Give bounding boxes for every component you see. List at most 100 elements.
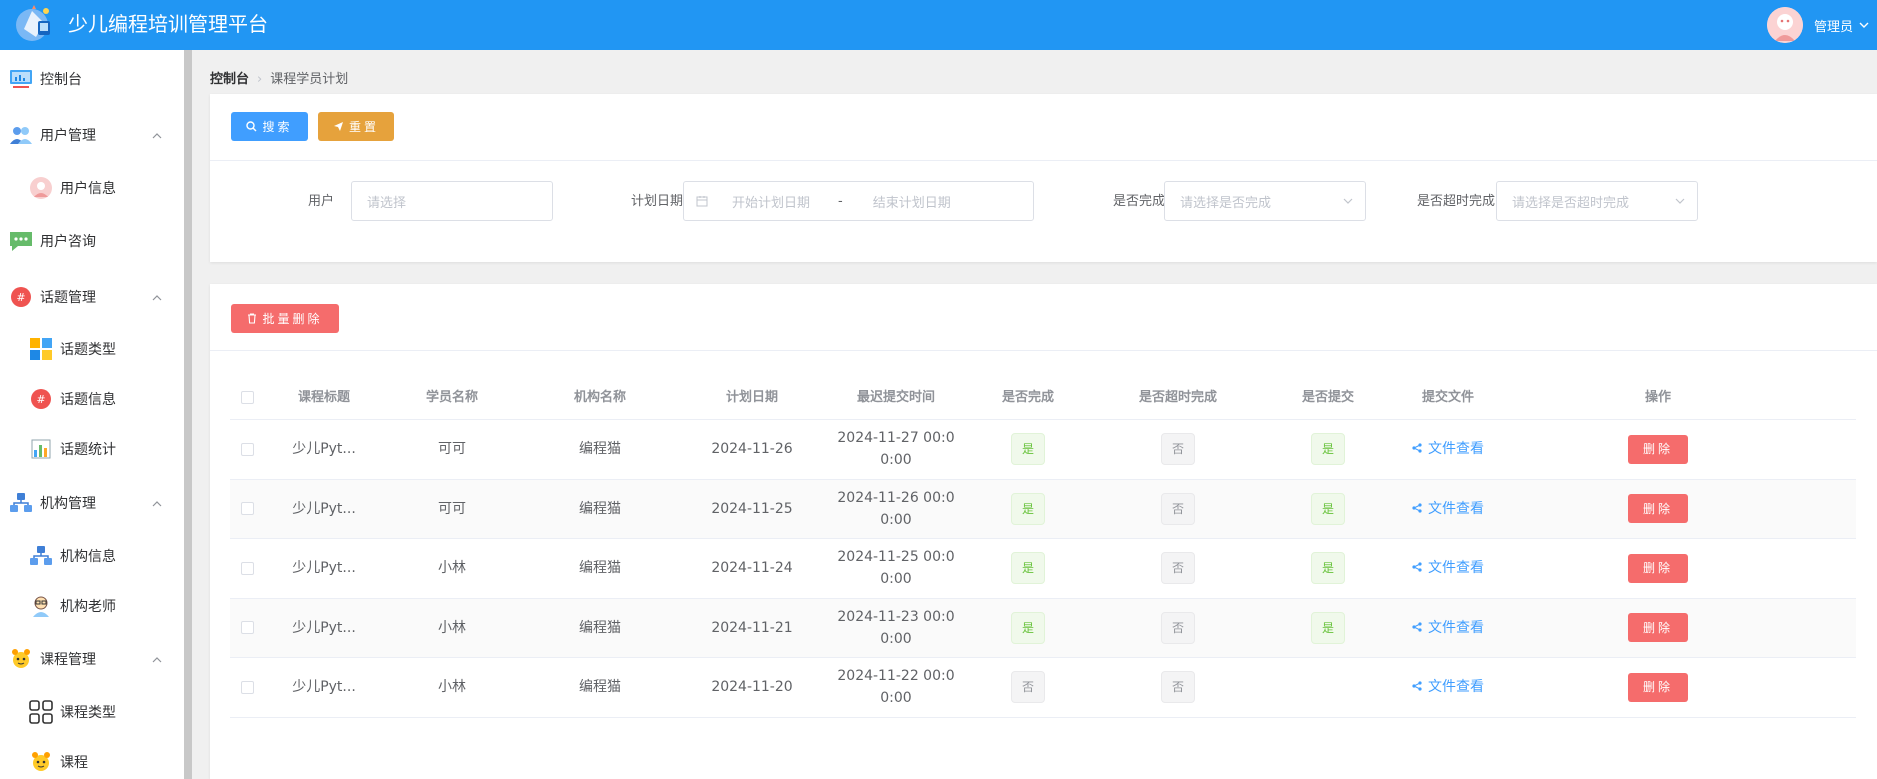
app-title: 少儿编程培训管理平台: [68, 12, 268, 36]
trash-icon: [247, 313, 257, 324]
sidebar: 控制台 用户管理 用户信息 用户咨询 # 话题管理 话题类型 # 话题信息 话题…: [0, 50, 184, 779]
submitted-tag: 是: [1311, 552, 1345, 585]
done-select[interactable]: 请选择是否完成: [1164, 181, 1366, 221]
sidebar-item-label: 话题类型: [60, 342, 116, 358]
search-button[interactable]: 搜索: [231, 112, 308, 141]
sidebar-item-dashboard[interactable]: 控制台: [0, 59, 184, 99]
sidebar-item-org-info[interactable]: 机构信息: [0, 536, 184, 576]
column-header[interactable]: 是否完成: [968, 376, 1088, 419]
sidebar-item-topic-types[interactable]: 话题类型: [0, 329, 184, 369]
column-header[interactable]: 提交文件: [1388, 376, 1508, 419]
row-select-cell: [230, 599, 264, 658]
cell-done: 是: [968, 420, 1088, 479]
user-select[interactable]: 请选择: [351, 181, 553, 221]
blocks-icon: [28, 336, 54, 362]
sidebar-item-label: 机构老师: [60, 599, 116, 615]
view-file-link[interactable]: 文件查看: [1412, 676, 1484, 698]
sidebar-item-label: 话题管理: [40, 290, 96, 306]
main-content: 控制台 › 课程学员计划 搜索 重置 用户 请选择 计划日期 开始计划日期 - 结: [192, 50, 1877, 779]
delete-button[interactable]: 删除: [1628, 553, 1688, 583]
deadline-line-1: 2024-11-27 00:0: [837, 430, 955, 447]
avatar: [1767, 7, 1803, 43]
breadcrumb-home[interactable]: 控制台: [210, 72, 249, 87]
row-checkbox[interactable]: [240, 502, 254, 516]
date-end-placeholder[interactable]: 结束计划日期: [873, 192, 951, 211]
sidebar-item-course[interactable]: 课程: [0, 742, 184, 779]
delete-button[interactable]: 删除: [1628, 434, 1688, 464]
cell-file: 文件查看: [1388, 658, 1508, 717]
sidebar-item-org-teachers[interactable]: 机构老师: [0, 586, 184, 626]
cell-file: 文件查看: [1388, 480, 1508, 539]
sidebar-item-label: 话题统计: [60, 442, 116, 458]
view-file-label: 文件查看: [1428, 560, 1484, 577]
select-all-checkbox[interactable]: [240, 391, 254, 404]
sidebar-item-course-types[interactable]: 课程类型: [0, 692, 184, 732]
column-header[interactable]: 课程标题: [264, 376, 384, 419]
view-file-link[interactable]: 文件查看: [1412, 438, 1484, 460]
user-avatar-icon: [28, 175, 54, 201]
deadline-line-2: 0:00: [880, 571, 912, 588]
cell-overtime: 否: [1088, 599, 1268, 658]
cell-course-title: 少儿Pyt...: [292, 500, 356, 517]
table-header-row: 课程标题 学员名称 机构名称 计划日期 最迟提交时间 是否完成 是否超时完成 是…: [230, 376, 1856, 420]
view-file-label: 文件查看: [1428, 500, 1484, 517]
delete-button[interactable]: 删除: [1628, 494, 1688, 524]
row-checkbox[interactable]: [240, 442, 254, 456]
sidebar-item-topic-management[interactable]: # 话题管理: [0, 277, 184, 317]
cell-deadline: 2024-11-25 00:0 0:00: [824, 539, 968, 598]
cell-submitted: 是: [1268, 599, 1388, 658]
cell-deadline: 2024-11-26 00:0 0:00: [824, 480, 968, 539]
sidebar-item-topic-stats[interactable]: 话题统计: [0, 429, 184, 469]
hashtag-icon: #: [28, 386, 54, 412]
view-file-label: 文件查看: [1428, 619, 1484, 636]
column-header[interactable]: 机构名称: [520, 376, 680, 419]
hashtag-icon: #: [8, 284, 34, 310]
overtime-select-placeholder: 请选择是否超时完成: [1512, 195, 1630, 211]
table-row: 少儿Pyt... 可可 编程猫 2024-11-26 2024-11-27 00…: [230, 420, 1856, 480]
deadline-line-1: 2024-11-23 00:0: [837, 608, 955, 625]
column-header[interactable]: 是否提交: [1268, 376, 1388, 419]
cell-student-name: 小林: [438, 679, 466, 696]
submitted-tag: 是: [1311, 433, 1345, 466]
column-header[interactable]: 最迟提交时间: [824, 376, 968, 419]
date-range-picker[interactable]: 开始计划日期 - 结束计划日期: [683, 181, 1034, 221]
user-menu[interactable]: 管理员: [1767, 4, 1877, 46]
view-file-link[interactable]: 文件查看: [1412, 498, 1484, 520]
view-file-link[interactable]: 文件查看: [1412, 557, 1484, 579]
sidebar-item-org-management[interactable]: 机构管理: [0, 483, 184, 523]
column-header[interactable]: 学员名称: [384, 376, 520, 419]
column-header[interactable]: 是否超时完成: [1088, 376, 1268, 419]
sidebar-item-course-management[interactable]: 课程管理: [0, 639, 184, 679]
share-icon: [1412, 676, 1422, 698]
deadline-line-1: 2024-11-26 00:0: [837, 489, 955, 506]
view-file-link[interactable]: 文件查看: [1412, 617, 1484, 639]
column-header[interactable]: 操作: [1508, 376, 1808, 419]
cell-action: 删除: [1508, 658, 1808, 717]
table-panel: 批量删除 课程标题 学员名称 机构名称 计划日期 最迟提交时间 是否完成 是否超…: [210, 284, 1877, 779]
overtime-select[interactable]: 请选择是否超时完成: [1496, 181, 1698, 221]
chevron-down-icon: [1859, 19, 1869, 32]
overtime-filter-label: 是否超时完成: [1416, 194, 1495, 209]
row-checkbox[interactable]: [240, 561, 254, 575]
delete-button[interactable]: 删除: [1628, 613, 1688, 643]
chevron-down-icon: [1343, 194, 1353, 208]
row-checkbox[interactable]: [240, 680, 254, 694]
batch-delete-button[interactable]: 批量删除: [231, 304, 339, 333]
row-checkbox[interactable]: [240, 621, 254, 635]
cell-done: 是: [968, 480, 1088, 539]
sidebar-item-label: 控制台: [40, 72, 82, 88]
column-header[interactable]: 计划日期: [680, 376, 824, 419]
sidebar-item-user-consult[interactable]: 用户咨询: [0, 221, 184, 261]
reset-button[interactable]: 重置: [318, 112, 394, 141]
users-icon: [8, 122, 34, 148]
sidebar-item-label: 用户咨询: [40, 234, 96, 250]
date-start-placeholder[interactable]: 开始计划日期: [732, 192, 810, 211]
sidebar-item-topic-info[interactable]: # 话题信息: [0, 379, 184, 419]
breadcrumb: 控制台 › 课程学员计划: [210, 68, 348, 87]
sidebar-item-user-management[interactable]: 用户管理: [0, 115, 184, 155]
cell-org-name: 编程猫: [579, 619, 621, 636]
cell-submitted: 是: [1268, 539, 1388, 598]
sidebar-item-user-info[interactable]: 用户信息: [0, 168, 184, 208]
sidebar-scrollbar[interactable]: [184, 50, 192, 779]
delete-button[interactable]: 删除: [1628, 672, 1688, 702]
